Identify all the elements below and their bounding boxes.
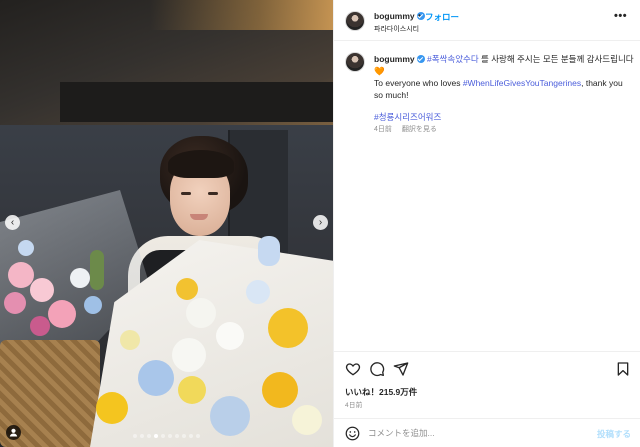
caption-hashtag[interactable]: #폭싹속았수다 xyxy=(427,54,479,64)
carousel-dot-active xyxy=(154,434,158,438)
more-options-icon[interactable]: ••• xyxy=(614,10,627,22)
photo-flower xyxy=(18,240,34,256)
caption-text-en-start: To everyone who loves xyxy=(374,78,463,88)
caption-section: bogummy #폭싹속았수다 를 사랑해 주시는 모든 분들께 감사드립니다 🧡… xyxy=(334,41,640,351)
photo-flower xyxy=(172,338,206,372)
photo-flower xyxy=(210,396,250,436)
carousel-dot xyxy=(175,434,179,438)
photo-flower xyxy=(120,330,140,350)
post-details-panel: bogummy • フォロー 파라다이스시티 ••• bogummy #폭싹속았… xyxy=(333,0,640,447)
photo-flower xyxy=(84,296,102,314)
paper-plane-icon[interactable] xyxy=(393,361,409,377)
photo-flower xyxy=(186,298,216,328)
carousel-dot xyxy=(182,434,186,438)
caption-author-avatar[interactable] xyxy=(345,52,365,72)
comment-bar: 投稿する xyxy=(334,418,640,447)
photo-flower xyxy=(176,278,198,300)
photo-flower xyxy=(258,236,280,266)
chevron-right-icon[interactable]: › xyxy=(313,215,328,230)
photo-flower xyxy=(268,308,308,348)
caption-age: 4日前 xyxy=(374,126,392,133)
photo-flower xyxy=(138,360,174,396)
comment-icon[interactable] xyxy=(369,361,385,377)
carousel-dot xyxy=(168,434,172,438)
photo-person-eye-right xyxy=(208,192,218,195)
chevron-left-icon[interactable]: ‹ xyxy=(5,215,20,230)
photo-flower xyxy=(246,280,270,304)
post-comment-button[interactable]: 投稿する xyxy=(597,428,631,440)
carousel-dot xyxy=(161,434,165,438)
caption-text-ko: 를 사랑해 주시는 모든 분들께 감사드립니다 xyxy=(478,54,634,64)
photo-flower xyxy=(96,392,128,424)
bookmark-icon[interactable] xyxy=(615,361,631,377)
post-header: bogummy • フォロー 파라다이스시티 ••• xyxy=(334,0,640,41)
post-date: 4日前 xyxy=(345,402,363,409)
photo-flower xyxy=(262,372,298,408)
photo-person-fringe xyxy=(168,150,234,178)
photo-flower xyxy=(4,292,26,314)
post-actions: いいね！215.9万件 4日前 xyxy=(334,351,640,421)
post-location[interactable]: 파라다이스시티 xyxy=(374,24,419,34)
caption-text: bogummy #폭싹속았수다 를 사랑해 주시는 모든 분들께 감사드립니다 🧡… xyxy=(374,53,634,123)
header-separator: • xyxy=(418,11,421,20)
author-username[interactable]: bogummy xyxy=(374,11,415,21)
photo-flower xyxy=(216,322,244,350)
caption-meta: 4日前 翻訳を見る xyxy=(374,124,445,134)
author-avatar[interactable] xyxy=(345,11,365,31)
post-photo[interactable]: ‹ › xyxy=(0,0,333,447)
photo-flower xyxy=(70,268,90,288)
caption-author-username[interactable]: bogummy xyxy=(374,54,415,64)
heart-icon[interactable] xyxy=(345,361,361,377)
follow-button[interactable]: フォロー xyxy=(425,11,459,23)
heart-emoji: 🧡 xyxy=(374,66,385,76)
see-translation-button[interactable]: 翻訳を見る xyxy=(402,126,437,133)
photo-flower xyxy=(30,278,54,302)
likes-count[interactable]: いいね！215.9万件 xyxy=(345,386,417,398)
carousel-indicator xyxy=(0,434,333,438)
caption-hashtag[interactable]: #청룡시리즈어워즈 xyxy=(374,112,441,122)
caption-hashtag[interactable]: #WhenLifeGivesYouTangerines xyxy=(463,78,581,88)
smiley-icon[interactable] xyxy=(345,426,360,441)
photo-leaves xyxy=(90,250,104,290)
comment-input[interactable] xyxy=(368,425,588,441)
verified-badge-icon xyxy=(416,55,425,63)
photo-flower xyxy=(30,316,50,336)
photo-flower xyxy=(48,300,76,328)
carousel-dot xyxy=(133,434,137,438)
carousel-dot xyxy=(140,434,144,438)
carousel-dot xyxy=(189,434,193,438)
photo-ceiling-light xyxy=(150,0,333,30)
photo-flower xyxy=(292,405,322,435)
photo-beam xyxy=(60,82,333,122)
photo-flower xyxy=(178,376,206,404)
carousel-dot xyxy=(196,434,200,438)
carousel-dot xyxy=(147,434,151,438)
photo-person-eye-left xyxy=(181,192,191,195)
